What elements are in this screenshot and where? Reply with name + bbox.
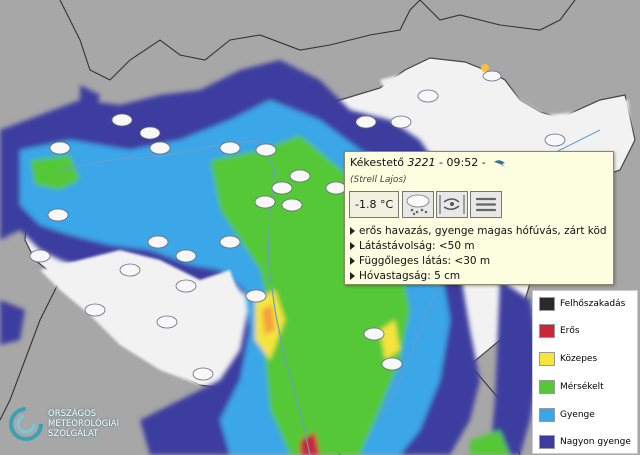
station-header: Kékestető 3221 - 09:52 - — [350, 156, 507, 169]
station-number: 3221 — [407, 156, 436, 169]
legend-item: Gyenge — [539, 408, 595, 422]
observation-line: erős havazás, gyenge magas hófúvás, zárt… — [350, 224, 607, 239]
observation-icons: -1.8 °C — [349, 190, 504, 218]
legend-item: Közepes — [539, 352, 597, 366]
observation-line: Függőleges látás: <30 m — [350, 254, 607, 269]
legend-swatch — [539, 297, 555, 311]
station-popup[interactable]: Kékestető 3221 - 09:52 - (Strell Lajos) … — [344, 151, 614, 285]
station-time: 09:52 — [446, 156, 479, 169]
legend-item: Nagyon gyenge — [539, 435, 631, 449]
legend-item: Felhőszakadás — [539, 297, 625, 311]
sun-icon — [481, 64, 489, 72]
legend-swatch — [539, 408, 555, 422]
legend-item: Mérsékelt — [539, 380, 604, 394]
legend-swatch — [539, 380, 555, 394]
fog-icon — [470, 190, 503, 218]
observation-lines: erős havazás, gyenge magas hófúvás, zárt… — [350, 224, 607, 284]
heavy-snow-icon — [402, 190, 435, 218]
header-separator: - — [439, 156, 444, 169]
temperature-value: -1.8 °C — [349, 190, 400, 218]
omsz-logo: ORSZÁGOS METEOROLÓGIAI SZOLGÁLAT — [8, 406, 119, 442]
legend-swatch — [539, 352, 555, 366]
legend-swatch — [539, 435, 555, 449]
station-name: Kékestető — [350, 156, 405, 169]
header-separator-2: - — [481, 156, 486, 169]
blowing-snow-icon — [436, 190, 469, 218]
omsz-logo-text: ORSZÁGOS METEOROLÓGIAI SZOLGÁLAT — [48, 409, 120, 439]
observation-line: Látástávolság: <50 m — [350, 239, 607, 254]
legend-swatch — [539, 324, 555, 338]
omsz-logo-icon — [9, 407, 43, 441]
precipitation-legend: Felhőszakadás Erős Közepes Mérsékelt Gye… — [532, 290, 638, 454]
legend-item: Erős — [539, 324, 580, 338]
wind-direction-arrow-icon — [494, 160, 506, 167]
observation-line: Hóvastagság: 5 cm — [350, 269, 607, 284]
station-observer: (Strell Lajos) — [350, 175, 407, 185]
